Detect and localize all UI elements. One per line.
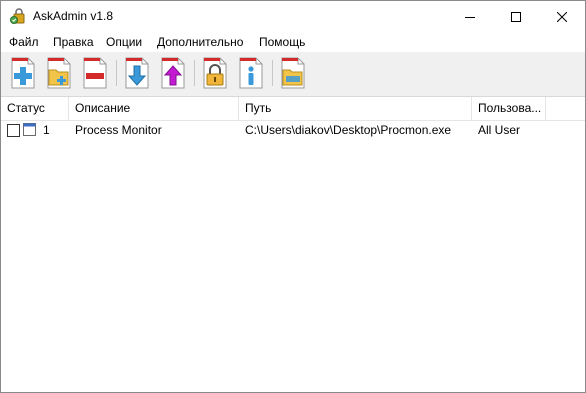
move-up-icon (161, 57, 185, 89)
items-table[interactable]: Статус Описание Путь Пользова... 1 Proce… (1, 97, 585, 392)
move-down-button[interactable] (124, 57, 150, 89)
table-header: Статус Описание Путь Пользова... (1, 97, 585, 121)
application-icon (23, 123, 36, 136)
open-folder-button[interactable] (280, 57, 306, 89)
row-path: C:\Users\diakov\Desktop\Procmon.exe (245, 123, 452, 137)
menu-options[interactable]: Опции (106, 35, 142, 49)
lock-icon (203, 57, 227, 89)
maximize-button[interactable] (493, 1, 539, 32)
move-up-button[interactable] (160, 57, 186, 89)
menu-bar: Файл Правка Опции Дополнительно Помощь (1, 32, 585, 52)
row-description: Process Monitor (75, 123, 162, 137)
row-checkbox[interactable] (7, 124, 20, 137)
column-user[interactable]: Пользова... (472, 97, 546, 120)
info-icon (239, 57, 263, 89)
row-index: 1 (43, 123, 50, 137)
column-path[interactable]: Путь (239, 97, 472, 120)
toolbar-separator (116, 60, 117, 86)
title-bar[interactable]: AskAdmin v1.8 (1, 1, 585, 32)
remove-button[interactable] (82, 57, 108, 89)
toolbar-separator (272, 60, 273, 86)
maximize-icon (511, 11, 521, 22)
toolbar (1, 52, 585, 97)
menu-file[interactable]: Файл (9, 35, 39, 49)
minimize-icon (465, 16, 475, 18)
info-button[interactable] (238, 57, 264, 89)
close-icon (557, 11, 567, 22)
app-logo-icon (10, 8, 26, 25)
lock-button[interactable] (202, 57, 228, 89)
toolbar-separator (194, 60, 195, 86)
column-status[interactable]: Статус (1, 97, 69, 120)
menu-help[interactable]: Помощь (259, 35, 305, 49)
open-folder-icon (281, 57, 305, 89)
menu-advanced[interactable]: Дополнительно (157, 35, 243, 49)
remove-icon (83, 57, 107, 89)
minimize-button[interactable] (447, 1, 493, 32)
column-description[interactable]: Описание (69, 97, 239, 120)
menu-edit[interactable]: Правка (53, 35, 94, 49)
close-button[interactable] (539, 1, 585, 32)
table-row[interactable]: 1 Process Monitor C:\Users\diakov\Deskto… (1, 121, 585, 139)
window-title: AskAdmin v1.8 (33, 9, 114, 23)
add-folder-icon (47, 57, 71, 89)
app-window: AskAdmin v1.8 Файл Правка Опции Дополнит… (0, 0, 586, 393)
add-icon (11, 57, 35, 89)
add-folder-button[interactable] (46, 57, 72, 89)
row-user: All User (478, 123, 521, 137)
add-button[interactable] (10, 57, 36, 89)
move-down-icon (125, 57, 149, 89)
